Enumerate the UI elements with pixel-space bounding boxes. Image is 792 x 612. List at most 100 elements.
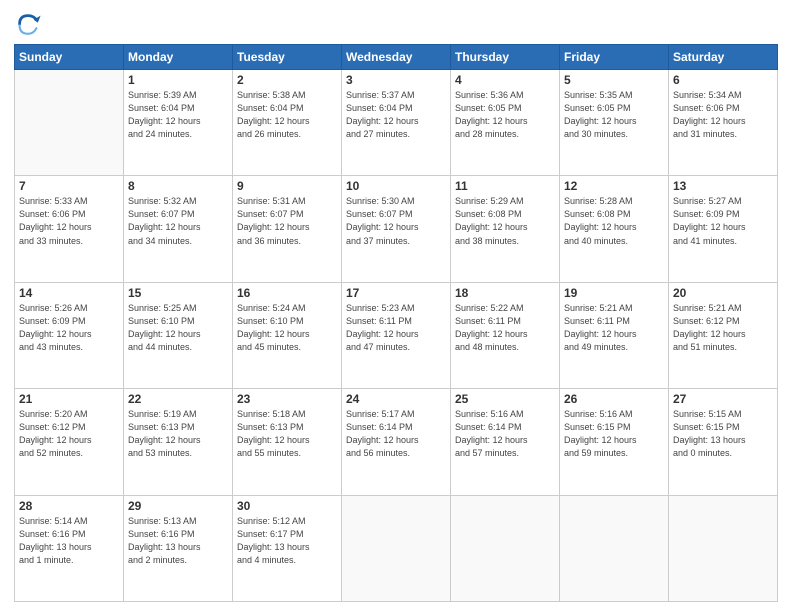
calendar-table: SundayMondayTuesdayWednesdayThursdayFrid… — [14, 44, 778, 602]
day-info: Sunrise: 5:27 AM Sunset: 6:09 PM Dayligh… — [673, 195, 773, 247]
day-number: 19 — [564, 286, 664, 300]
day-number: 23 — [237, 392, 337, 406]
weekday-header: Wednesday — [342, 45, 451, 70]
day-info: Sunrise: 5:19 AM Sunset: 6:13 PM Dayligh… — [128, 408, 228, 460]
calendar-cell: 28 Sunrise: 5:14 AM Sunset: 6:16 PM Dayli… — [15, 495, 124, 601]
calendar-cell: 2 Sunrise: 5:38 AM Sunset: 6:04 PM Daylig… — [233, 70, 342, 176]
day-number: 6 — [673, 73, 773, 87]
day-number: 13 — [673, 179, 773, 193]
day-number: 18 — [455, 286, 555, 300]
calendar-cell: 11Sunrise: 5:29 AM Sunset: 6:08 PM Dayli… — [451, 176, 560, 282]
calendar-cell: 13 Sunrise: 5:27 AM Sunset: 6:09 PM Dayli… — [669, 176, 778, 282]
day-number: 21 — [19, 392, 119, 406]
day-info: Sunrise: 5:38 AM Sunset: 6:04 PM Dayligh… — [237, 89, 337, 141]
calendar-cell — [342, 495, 451, 601]
weekday-header: Thursday — [451, 45, 560, 70]
calendar-cell: 7 Sunrise: 5:33 AM Sunset: 6:06 PM Daylig… — [15, 176, 124, 282]
day-info: Sunrise: 5:31 AM Sunset: 6:07 PM Dayligh… — [237, 195, 337, 247]
day-info: Sunrise: 5:34 AM Sunset: 6:06 PM Dayligh… — [673, 89, 773, 141]
day-number: 1 — [128, 73, 228, 87]
calendar-cell — [669, 495, 778, 601]
calendar-cell: 27 Sunrise: 5:15 AM Sunset: 6:15 PM Dayli… — [669, 389, 778, 495]
day-number: 7 — [19, 179, 119, 193]
calendar-cell: 8 Sunrise: 5:32 AM Sunset: 6:07 PM Daylig… — [124, 176, 233, 282]
day-number: 28 — [19, 499, 119, 513]
day-info: Sunrise: 5:25 AM Sunset: 6:10 PM Dayligh… — [128, 302, 228, 354]
day-info: Sunrise: 5:16 AM Sunset: 6:15 PM Dayligh… — [564, 408, 664, 460]
calendar-cell: 21 Sunrise: 5:20 AM Sunset: 6:12 PM Dayli… — [15, 389, 124, 495]
day-number: 29 — [128, 499, 228, 513]
day-number: 11 — [455, 179, 555, 193]
day-info: Sunrise: 5:36 AM Sunset: 6:05 PM Dayligh… — [455, 89, 555, 141]
day-info: Sunrise: 5:28 AM Sunset: 6:08 PM Dayligh… — [564, 195, 664, 247]
day-info: Sunrise: 5:20 AM Sunset: 6:12 PM Dayligh… — [19, 408, 119, 460]
day-info: Sunrise: 5:33 AM Sunset: 6:06 PM Dayligh… — [19, 195, 119, 247]
day-info: Sunrise: 5:16 AM Sunset: 6:14 PM Dayligh… — [455, 408, 555, 460]
calendar-cell: 19 Sunrise: 5:21 AM Sunset: 6:11 PM Dayli… — [560, 282, 669, 388]
day-number: 12 — [564, 179, 664, 193]
calendar-cell: 9Sunrise: 5:31 AM Sunset: 6:07 PM Daylig… — [233, 176, 342, 282]
calendar-cell: 18 Sunrise: 5:22 AM Sunset: 6:11 PM Dayli… — [451, 282, 560, 388]
calendar-cell: 26Sunrise: 5:16 AM Sunset: 6:15 PM Dayli… — [560, 389, 669, 495]
calendar-cell: 1 Sunrise: 5:39 AM Sunset: 6:04 PM Daylig… — [124, 70, 233, 176]
day-number: 24 — [346, 392, 446, 406]
weekday-row: SundayMondayTuesdayWednesdayThursdayFrid… — [15, 45, 778, 70]
calendar-body: 1 Sunrise: 5:39 AM Sunset: 6:04 PM Daylig… — [15, 70, 778, 602]
page: SundayMondayTuesdayWednesdayThursdayFrid… — [0, 0, 792, 612]
day-number: 4 — [455, 73, 555, 87]
calendar-cell: 30Sunrise: 5:12 AM Sunset: 6:17 PM Dayli… — [233, 495, 342, 601]
calendar-cell: 15 Sunrise: 5:25 AM Sunset: 6:10 PM Dayli… — [124, 282, 233, 388]
day-info: Sunrise: 5:39 AM Sunset: 6:04 PM Dayligh… — [128, 89, 228, 141]
weekday-header: Saturday — [669, 45, 778, 70]
day-number: 22 — [128, 392, 228, 406]
calendar-cell: 3Sunrise: 5:37 AM Sunset: 6:04 PM Daylig… — [342, 70, 451, 176]
day-info: Sunrise: 5:21 AM Sunset: 6:11 PM Dayligh… — [564, 302, 664, 354]
day-info: Sunrise: 5:23 AM Sunset: 6:11 PM Dayligh… — [346, 302, 446, 354]
day-number: 8 — [128, 179, 228, 193]
day-info: Sunrise: 5:15 AM Sunset: 6:15 PM Dayligh… — [673, 408, 773, 460]
logo-icon — [14, 10, 42, 38]
calendar-cell: 6 Sunrise: 5:34 AM Sunset: 6:06 PM Daylig… — [669, 70, 778, 176]
day-info: Sunrise: 5:32 AM Sunset: 6:07 PM Dayligh… — [128, 195, 228, 247]
day-info: Sunrise: 5:35 AM Sunset: 6:05 PM Dayligh… — [564, 89, 664, 141]
calendar-cell: 4 Sunrise: 5:36 AM Sunset: 6:05 PM Daylig… — [451, 70, 560, 176]
calendar-cell: 16 Sunrise: 5:24 AM Sunset: 6:10 PM Dayli… — [233, 282, 342, 388]
day-number: 25 — [455, 392, 555, 406]
weekday-header: Monday — [124, 45, 233, 70]
weekday-header: Tuesday — [233, 45, 342, 70]
day-info: Sunrise: 5:30 AM Sunset: 6:07 PM Dayligh… — [346, 195, 446, 247]
calendar-cell: 29 Sunrise: 5:13 AM Sunset: 6:16 PM Dayli… — [124, 495, 233, 601]
day-number: 15 — [128, 286, 228, 300]
calendar-week-row: 14 Sunrise: 5:26 AM Sunset: 6:09 PM Dayli… — [15, 282, 778, 388]
day-number: 30 — [237, 499, 337, 513]
day-info: Sunrise: 5:17 AM Sunset: 6:14 PM Dayligh… — [346, 408, 446, 460]
day-number: 5 — [564, 73, 664, 87]
calendar-cell: 14 Sunrise: 5:26 AM Sunset: 6:09 PM Dayli… — [15, 282, 124, 388]
calendar-cell — [15, 70, 124, 176]
calendar-cell: 22 Sunrise: 5:19 AM Sunset: 6:13 PM Dayli… — [124, 389, 233, 495]
calendar-week-row: 7 Sunrise: 5:33 AM Sunset: 6:06 PM Daylig… — [15, 176, 778, 282]
day-info: Sunrise: 5:14 AM Sunset: 6:16 PM Dayligh… — [19, 515, 119, 567]
day-number: 2 — [237, 73, 337, 87]
calendar-cell: 23Sunrise: 5:18 AM Sunset: 6:13 PM Dayli… — [233, 389, 342, 495]
calendar-cell: 17 Sunrise: 5:23 AM Sunset: 6:11 PM Dayli… — [342, 282, 451, 388]
day-info: Sunrise: 5:37 AM Sunset: 6:04 PM Dayligh… — [346, 89, 446, 141]
calendar-cell: 20Sunrise: 5:21 AM Sunset: 6:12 PM Dayli… — [669, 282, 778, 388]
calendar-cell: 25 Sunrise: 5:16 AM Sunset: 6:14 PM Dayli… — [451, 389, 560, 495]
weekday-header: Sunday — [15, 45, 124, 70]
day-info: Sunrise: 5:26 AM Sunset: 6:09 PM Dayligh… — [19, 302, 119, 354]
day-info: Sunrise: 5:13 AM Sunset: 6:16 PM Dayligh… — [128, 515, 228, 567]
day-number: 17 — [346, 286, 446, 300]
calendar-header: SundayMondayTuesdayWednesdayThursdayFrid… — [15, 45, 778, 70]
day-info: Sunrise: 5:24 AM Sunset: 6:10 PM Dayligh… — [237, 302, 337, 354]
calendar-week-row: 1 Sunrise: 5:39 AM Sunset: 6:04 PM Daylig… — [15, 70, 778, 176]
day-number: 27 — [673, 392, 773, 406]
day-info: Sunrise: 5:21 AM Sunset: 6:12 PM Dayligh… — [673, 302, 773, 354]
calendar-cell — [451, 495, 560, 601]
day-number: 16 — [237, 286, 337, 300]
day-info: Sunrise: 5:22 AM Sunset: 6:11 PM Dayligh… — [455, 302, 555, 354]
day-number: 14 — [19, 286, 119, 300]
day-number: 10 — [346, 179, 446, 193]
calendar-cell: 5 Sunrise: 5:35 AM Sunset: 6:05 PM Daylig… — [560, 70, 669, 176]
calendar-week-row: 21 Sunrise: 5:20 AM Sunset: 6:12 PM Dayli… — [15, 389, 778, 495]
